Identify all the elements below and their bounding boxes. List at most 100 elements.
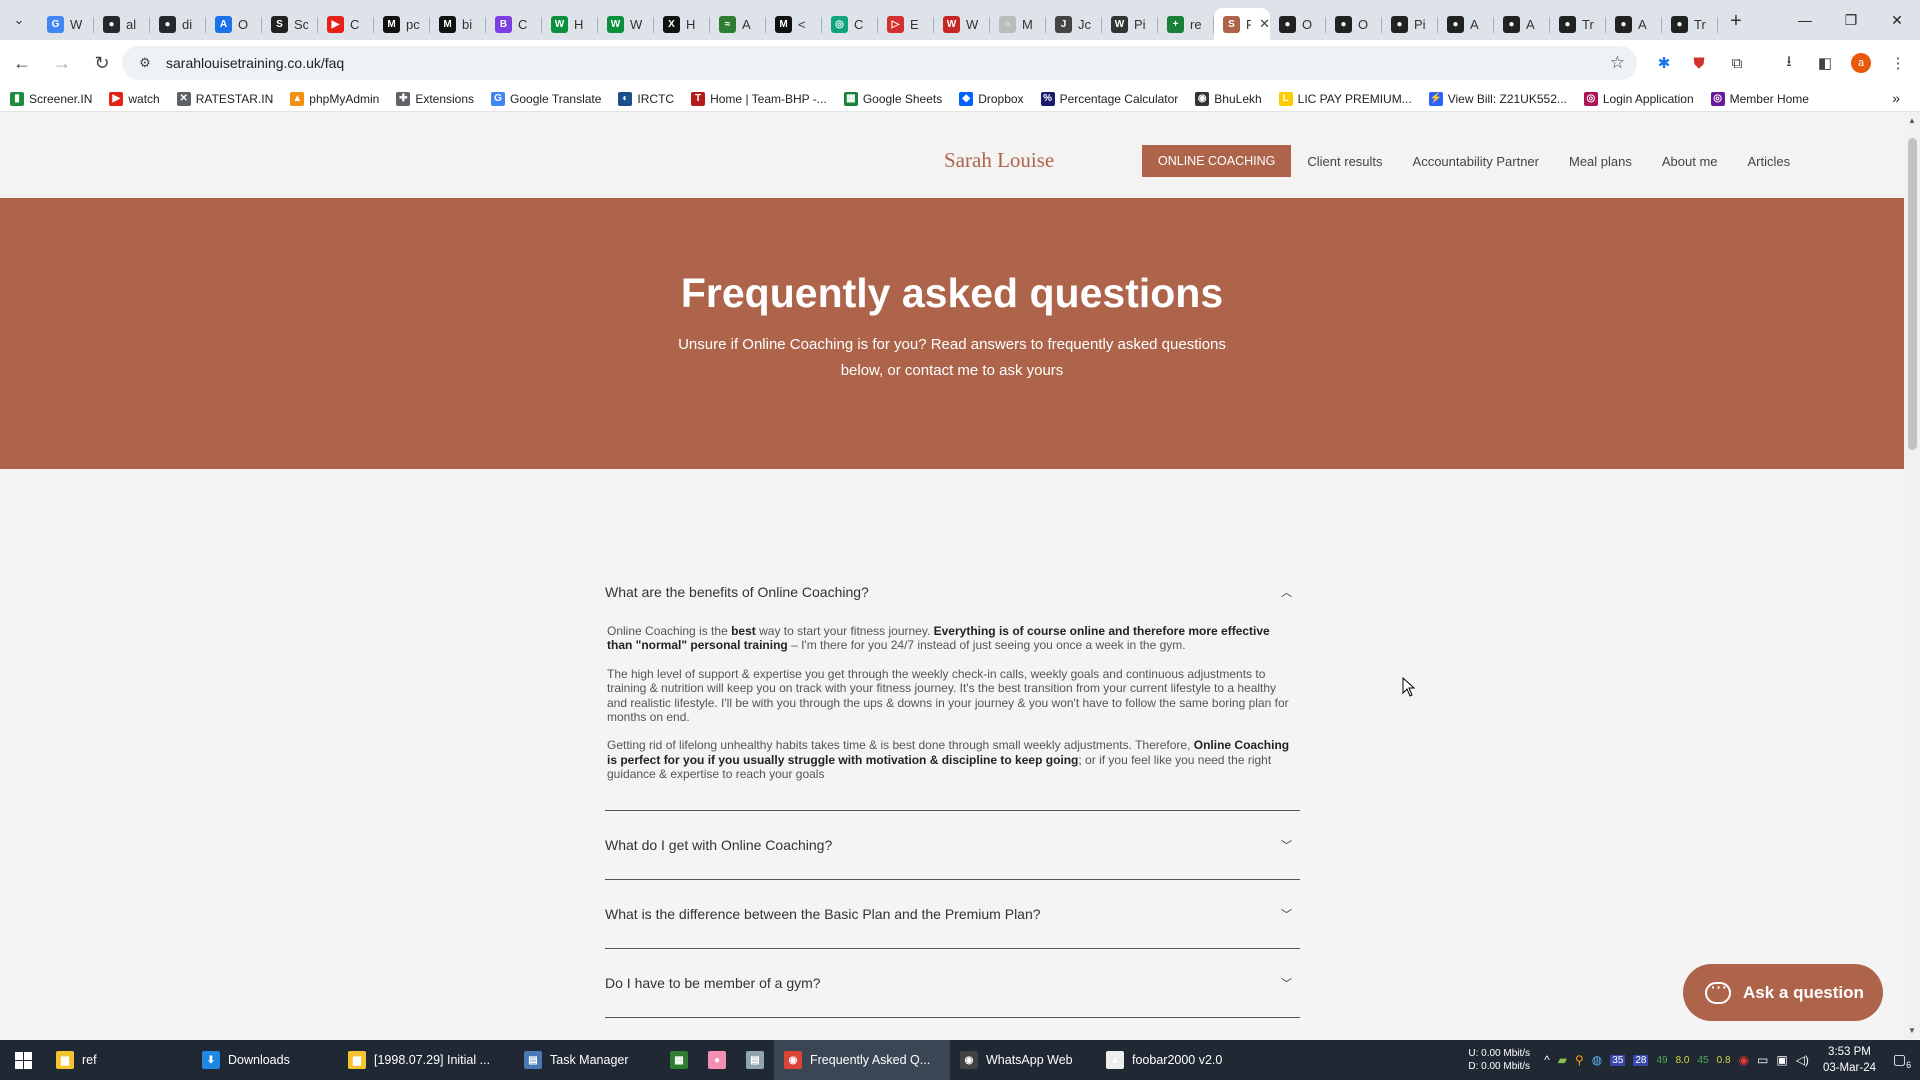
browser-tab[interactable]: ● al [94, 8, 150, 40]
taskbar-app-button[interactable]: ⬇ Downloads [192, 1040, 338, 1080]
faq-question-header[interactable]: What are the benefits of Online Coaching… [605, 579, 1300, 604]
bookmark-item[interactable]: % Percentage Calculator [1040, 91, 1178, 106]
tray-counter-1[interactable]: 35 [1610, 1054, 1626, 1066]
faq-item[interactable]: Do I have to be member of a gym? ﹀ [605, 949, 1300, 1018]
forward-arrow-icon[interactable]: → [44, 45, 80, 81]
browser-tab[interactable]: Mbi [430, 8, 486, 40]
chevron-down-icon[interactable]: ﹀ [1281, 837, 1292, 853]
browser-tab[interactable]: ◎ C [822, 8, 878, 40]
close-tab-icon[interactable]: ✕ [1259, 16, 1270, 32]
minimize-icon[interactable]: — [1782, 0, 1828, 40]
url-text[interactable]: sarahlouisetraining.co.uk/faq [166, 55, 344, 71]
new-tab-plus-icon[interactable]: + [1718, 10, 1754, 33]
profile-avatar[interactable]: a [1848, 50, 1874, 76]
faq-item[interactable]: What do I get with Online Coaching? ﹀ [605, 811, 1300, 880]
browser-tab[interactable]: W Pi [1102, 8, 1158, 40]
tray-counter-2[interactable]: 28 [1633, 1054, 1649, 1066]
downloads-icon[interactable]: ⭳ [1776, 50, 1802, 76]
chevron-down-icon[interactable]: ﹀ [1281, 975, 1292, 991]
nav-client-results[interactable]: Client results [1307, 154, 1382, 169]
faq-question[interactable]: Do I have to be member of a gym? [605, 975, 821, 991]
taskbar-app-button[interactable]: ▲ foobar2000 v2.0 [1096, 1040, 1272, 1080]
browser-tab[interactable]: Mpc [374, 8, 430, 40]
bookmark-item[interactable]: ✕ RATESTAR.IN [176, 91, 273, 106]
extension-icon-1[interactable]: ✱ [1651, 50, 1677, 76]
bookmark-item[interactable]: ▦ Google Sheets [843, 91, 942, 106]
taskbar-app-button[interactable]: ◉ Frequently Asked Q... [774, 1040, 950, 1080]
tray-devices-icon[interactable]: ▭ [1757, 1053, 1768, 1067]
faq-question-header[interactable]: What do I get with Online Coaching? ﹀ [605, 811, 1300, 880]
faq-item[interactable]: What is the difference between the Basic… [605, 880, 1300, 949]
nav-articles[interactable]: Articles [1748, 154, 1791, 169]
bookmark-item[interactable]: ⚡ View Bill: Z21UK552... [1428, 91, 1567, 106]
browser-tab[interactable]: WW [598, 8, 654, 40]
browser-tab[interactable]: ○ M [990, 8, 1046, 40]
page-scrollbar[interactable]: ▲ ▼ [1904, 112, 1920, 1039]
bookmark-item[interactable]: ◎ Login Application [1583, 91, 1694, 106]
site-logo[interactable]: Sarah Louise [944, 148, 1054, 173]
bookmark-item[interactable]: ▶ watch [109, 91, 160, 106]
taskbar-app-button[interactable]: ◉ WhatsApp Web [950, 1040, 1096, 1080]
tray-chevron-up-icon[interactable]: ^ [1544, 1053, 1550, 1067]
tray-search-icon[interactable]: ⚲ [1575, 1053, 1584, 1067]
browser-tab[interactable]: XH [654, 8, 710, 40]
back-arrow-icon[interactable]: ← [4, 45, 40, 81]
bookmark-item[interactable]: ✚ Extensions [396, 91, 474, 106]
tray-network-icon[interactable]: ▣ [1776, 1053, 1787, 1067]
bookmark-item[interactable]: T Home | Team-BHP -... [691, 91, 827, 106]
bookmark-item[interactable]: ▮ Screener.IN [10, 91, 92, 106]
tray-volume-icon[interactable]: ◁) [1796, 1053, 1809, 1067]
taskbar-app-button[interactable]: ▤ [736, 1040, 774, 1080]
more-bookmarks-icon[interactable]: » [1892, 90, 1900, 106]
clock[interactable]: 3:53 PM 03-Mar-24 [1823, 1044, 1876, 1076]
browser-tab[interactable]: GW [38, 8, 94, 40]
bookmark-item[interactable]: ◎ Member Home [1710, 91, 1809, 106]
scroll-down-icon[interactable]: ▼ [1908, 1026, 1916, 1035]
browser-tab[interactable]: WH [542, 8, 598, 40]
browser-tab[interactable]: ▶ C [318, 8, 374, 40]
bookmark-item[interactable]: L LIC PAY PREMIUM... [1278, 91, 1412, 106]
nav-about-me[interactable]: About me [1662, 154, 1718, 169]
browser-tab-active[interactable]: S Fr ✕ [1214, 8, 1270, 40]
site-info-icon[interactable]: ⚙ [130, 55, 160, 71]
tray-globe-icon[interactable]: ◍ [1592, 1053, 1602, 1067]
tray-antivirus-icon[interactable]: ◉ [1739, 1053, 1749, 1067]
restore-icon[interactable]: ❐ [1828, 0, 1874, 40]
browser-tab[interactable]: ● A [1438, 8, 1494, 40]
browser-tab[interactable]: S Sc [262, 8, 318, 40]
extensions-puzzle-icon[interactable]: ⧉ [1724, 50, 1750, 76]
browser-tab[interactable]: ● A [1494, 8, 1550, 40]
close-window-icon[interactable]: ✕ [1874, 0, 1920, 40]
browser-tab[interactable]: BC [486, 8, 542, 40]
notification-center-icon[interactable]: ▢6 [1884, 1051, 1920, 1070]
bookmark-item[interactable]: ◉ BhuLekh [1195, 91, 1262, 106]
bookmark-item[interactable]: ◐ IRCTC [618, 91, 674, 106]
browser-tab[interactable]: ▷ E [878, 8, 934, 40]
browser-tab[interactable]: J Jc [1046, 8, 1102, 40]
scrollbar-thumb[interactable] [1908, 138, 1917, 450]
taskbar-app-button[interactable]: ▤ Task Manager [514, 1040, 660, 1080]
browser-tab[interactable]: + re [1158, 8, 1214, 40]
browser-tab[interactable]: M < [766, 8, 822, 40]
bookmark-item[interactable]: G Google Translate [491, 91, 601, 106]
nav-online-coaching[interactable]: ONLINE COACHING [1142, 145, 1292, 177]
browser-tab[interactable]: ● Tr [1662, 8, 1718, 40]
faq-question[interactable]: What are the benefits of Online Coaching… [605, 584, 869, 600]
faq-question[interactable]: What do I get with Online Coaching? [605, 837, 832, 853]
browser-tab[interactable]: ● di [150, 8, 206, 40]
reload-icon[interactable]: ↻ [84, 45, 120, 81]
taskbar-app-button[interactable]: ● [698, 1040, 736, 1080]
browser-tab[interactable]: ● O [1326, 8, 1382, 40]
ask-question-button[interactable]: Ask a question [1683, 964, 1883, 1021]
taskbar-app-button[interactable]: ▆ ref [46, 1040, 192, 1080]
browser-tab[interactable]: ≈ A [710, 8, 766, 40]
bookmark-item[interactable]: ▲ phpMyAdmin [290, 91, 379, 106]
nav-meal-plans[interactable]: Meal plans [1569, 154, 1632, 169]
browser-tab[interactable]: ● Tr [1550, 8, 1606, 40]
adblock-extension-icon[interactable]: ⛊ [1686, 50, 1712, 76]
bookmark-star-icon[interactable]: ☆ [1610, 53, 1625, 73]
nav-accountability-partner[interactable]: Accountability Partner [1413, 154, 1539, 169]
browser-tab[interactable]: WW [934, 8, 990, 40]
tab-search-chevron-icon[interactable]: ⌄ [0, 0, 38, 40]
chevron-up-icon[interactable]: ︿ [1281, 584, 1292, 600]
